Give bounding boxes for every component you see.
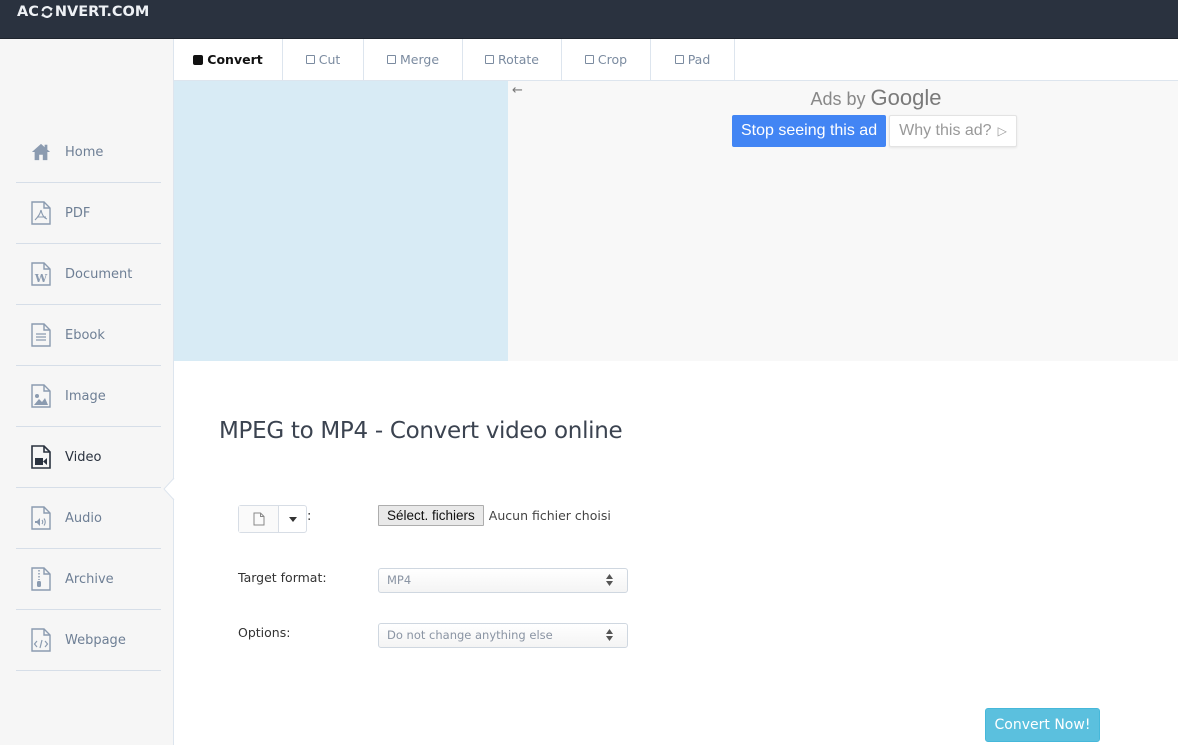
target-format-select[interactable]: MP4 [378, 568, 628, 593]
sidebar-item-label: Home [65, 144, 104, 160]
why-this-ad-label: Why this ad? [899, 122, 992, 139]
tab-label: Rotate [498, 52, 539, 67]
sidebar-nav: Home PDF W Document Ebook Image Video Au… [16, 122, 161, 671]
why-this-ad-button[interactable]: Why this ad? ▷ [889, 115, 1017, 147]
tab-crop[interactable]: Crop [562, 39, 651, 80]
tab-convert[interactable]: Convert [174, 39, 283, 80]
file-status: Aucun fichier choisi [488, 508, 611, 523]
top-bar: AC NVERT.COM [0, 0, 1178, 39]
sidebar-item-pdf[interactable]: PDF [16, 183, 161, 244]
sidebar-item-webpage[interactable]: Webpage [16, 610, 161, 671]
sidebar-item-video[interactable]: Video [16, 427, 161, 488]
ads-by-google: Ads by Google [508, 85, 1178, 111]
tool-tabs: Convert Cut Merge Rotate Crop Pad [174, 39, 1178, 81]
source-colon: : [307, 509, 312, 524]
code-file-icon [31, 628, 51, 652]
video-file-icon [31, 445, 51, 469]
select-files-button[interactable]: Sélect. fichiers [378, 505, 484, 526]
tab-pad[interactable]: Pad [651, 39, 735, 80]
google-wordmark: Google [870, 85, 942, 110]
sidebar-item-ebook[interactable]: Ebook [16, 305, 161, 366]
local-file-button[interactable] [239, 506, 279, 532]
sidebar-item-label: Ebook [65, 327, 105, 343]
select-arrows-icon [606, 629, 613, 641]
word-file-icon: W [31, 262, 51, 286]
tab-label: Convert [207, 52, 263, 67]
ad-placeholder [174, 81, 508, 361]
google-ad-panel: ← Ads by Google Stop seeing this ad Why … [508, 81, 1178, 361]
active-item-pointer [163, 478, 175, 500]
sidebar-item-audio[interactable]: Audio [16, 488, 161, 549]
options-value: Do not change anything else [387, 628, 553, 642]
options-select[interactable]: Do not change anything else [378, 623, 628, 648]
refresh-icon [41, 6, 53, 18]
sidebar-item-label: Video [65, 449, 102, 465]
select-arrows-icon [606, 574, 613, 586]
sidebar-item-home[interactable]: Home [16, 122, 161, 183]
image-file-icon [31, 384, 51, 408]
tab-label: Pad [687, 52, 711, 67]
sidebar-item-label: Archive [65, 571, 114, 587]
logo-text-left: AC [17, 4, 39, 20]
ads-by-text: Ads by [810, 89, 866, 109]
target-format-value: MP4 [387, 573, 412, 587]
sidebar-item-image[interactable]: Image [16, 366, 161, 427]
stop-seeing-ad-button[interactable]: Stop seeing this ad [732, 115, 887, 147]
sidebar-item-document[interactable]: W Document [16, 244, 161, 305]
tab-label: Merge [399, 52, 440, 67]
tab-cut[interactable]: Cut [283, 39, 364, 80]
logo-text-right: NVERT.COM [54, 4, 150, 20]
audio-file-icon [31, 506, 51, 530]
tab-label: Cut [318, 52, 341, 67]
checkbox-icon [584, 55, 594, 64]
checkbox-icon [485, 55, 495, 64]
convert-now-button[interactable]: Convert Now! [985, 708, 1100, 742]
home-icon [31, 140, 51, 164]
pdf-file-icon [31, 201, 51, 225]
target-format-label: Target format: [238, 570, 327, 585]
tab-merge[interactable]: Merge [364, 39, 463, 80]
sidebar-item-label: Webpage [65, 632, 126, 648]
tab-label: Crop [597, 52, 628, 67]
sidebar-item-label: Document [65, 266, 133, 282]
site-logo[interactable]: AC NVERT.COM [17, 4, 149, 20]
sidebar-item-archive[interactable]: Archive [16, 549, 161, 610]
checkbox-icon [386, 55, 396, 64]
caret-down-icon [288, 516, 297, 522]
tab-rotate[interactable]: Rotate [463, 39, 562, 80]
file-icon [253, 512, 264, 526]
checkbox-icon [305, 55, 315, 64]
sidebar-item-label: Image [65, 388, 106, 404]
source-dropdown-toggle[interactable] [279, 506, 306, 532]
archive-file-icon [31, 567, 51, 591]
checkbox-icon [674, 55, 684, 64]
sidebar-item-label: Audio [65, 510, 102, 526]
source-selector [238, 505, 307, 533]
text-file-icon [31, 323, 51, 347]
svg-text:W: W [34, 272, 48, 285]
checkbox-checked-icon [193, 54, 204, 65]
file-input: Sélect. fichiers Aucun fichier choisi [378, 505, 611, 526]
options-label: Options: [238, 625, 291, 640]
adchoices-icon: ▷ [997, 124, 1007, 138]
ad-controls: Stop seeing this ad Why this ad? ▷ [732, 115, 1017, 147]
page-title: MPEG to MP4 - Convert video online [219, 418, 623, 444]
sidebar-item-label: PDF [65, 205, 91, 221]
